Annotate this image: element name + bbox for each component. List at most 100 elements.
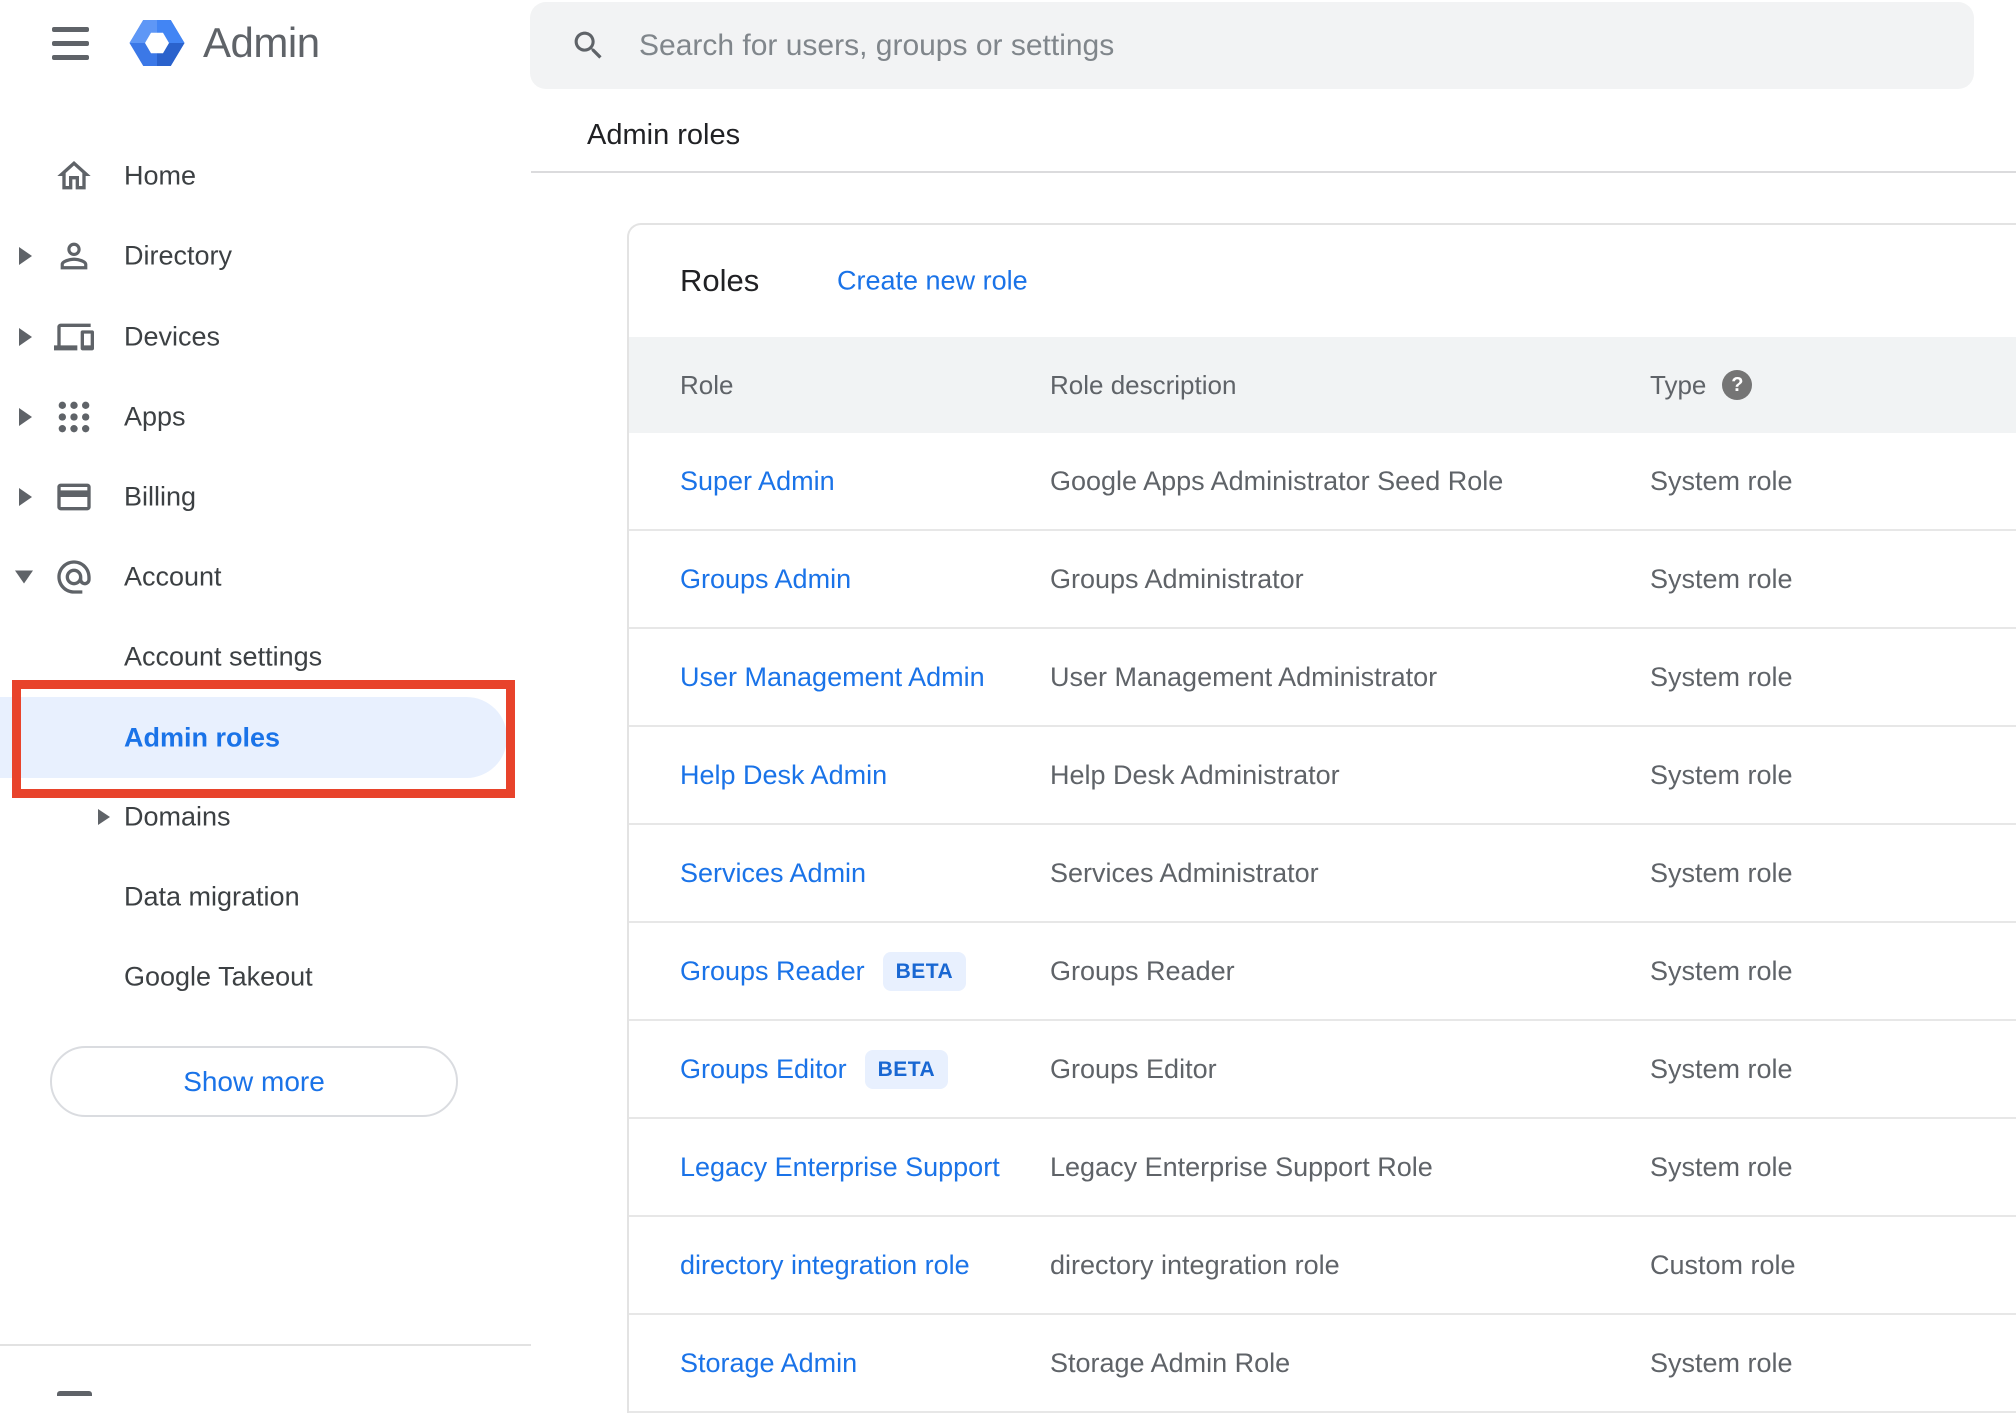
role-type: System role <box>1650 1347 1793 1378</box>
show-more-button[interactable]: Show more <box>50 1046 458 1117</box>
panel-title: Roles <box>680 263 760 298</box>
table-row: Services Admin Services Administrator Sy… <box>629 825 2016 923</box>
role-description: Services Administrator <box>1050 857 1319 888</box>
role-description: Legacy Enterprise Support Role <box>1050 1151 1433 1182</box>
devices-icon <box>54 317 94 357</box>
role-link[interactable]: Groups Reader <box>680 956 865 987</box>
sidebar-subitem-account-settings[interactable]: Account settings <box>0 617 531 697</box>
column-header-role: Role <box>680 369 734 400</box>
expand-caret-icon[interactable] <box>19 488 32 506</box>
sidebar-subitem-domains[interactable]: Domains <box>0 777 531 857</box>
at-email-icon <box>54 557 94 597</box>
create-new-role-link[interactable]: Create new role <box>837 266 1028 297</box>
expand-caret-icon[interactable] <box>98 809 110 825</box>
sidebar-item-label: Billing <box>124 481 197 512</box>
expand-caret-icon[interactable] <box>19 328 32 346</box>
table-row: Storage Admin Storage Admin Role System … <box>629 1315 2016 1413</box>
expand-caret-icon[interactable] <box>19 408 32 426</box>
role-description: Groups Reader <box>1050 955 1235 986</box>
role-description: Storage Admin Role <box>1050 1347 1291 1378</box>
table-row: Legacy Enterprise Support Legacy Enterpr… <box>629 1119 2016 1217</box>
sidebar-subitem-label: Account settings <box>124 641 323 672</box>
column-header-type: Type ? <box>1650 370 2016 401</box>
table-row: Super Admin Google Apps Administrator Se… <box>629 433 2016 531</box>
sidebar-subitem-label: Google Takeout <box>124 961 313 992</box>
beta-badge: BETA <box>864 1049 949 1089</box>
role-type: System role <box>1650 563 1793 594</box>
role-type: System role <box>1650 759 1793 790</box>
sidebar-subitem-admin-roles[interactable]: Admin roles <box>0 697 531 778</box>
page-title: Admin roles <box>587 119 741 151</box>
role-link[interactable]: Groups Editor <box>680 1054 847 1085</box>
table-row: Help Desk Admin Help Desk Administrator … <box>629 727 2016 825</box>
sidebar-item-billing[interactable]: Billing <box>0 457 531 537</box>
role-link[interactable]: Groups Admin <box>680 564 851 595</box>
collapse-caret-icon[interactable] <box>15 570 33 584</box>
table-row: Groups Admin Groups Administrator System… <box>629 531 2016 629</box>
sidebar-item-apps[interactable]: Apps <box>0 377 531 457</box>
role-link[interactable]: Storage Admin <box>680 1348 857 1379</box>
column-header-type-label: Type <box>1650 369 1707 400</box>
app-logo: Admin <box>127 12 320 74</box>
role-description: User Management Administrator <box>1050 661 1438 692</box>
column-header-description: Role description <box>1050 369 1237 400</box>
sidebar-item-label: Apps <box>124 401 186 432</box>
sidebar-item-label: Account <box>124 561 222 592</box>
role-link[interactable]: directory integration role <box>680 1250 970 1281</box>
beta-badge: BETA <box>882 951 967 991</box>
role-description: Groups Editor <box>1050 1053 1217 1084</box>
role-description: Help Desk Administrator <box>1050 759 1340 790</box>
role-type: Custom role <box>1650 1249 1796 1280</box>
person-icon <box>54 236 94 276</box>
sidebar-item-home[interactable]: Home <box>0 136 531 216</box>
credit-card-icon <box>54 477 94 517</box>
sidebar-subitem-data-migration[interactable]: Data migration <box>0 857 531 937</box>
search-input[interactable] <box>639 15 1944 76</box>
role-link[interactable]: Help Desk Admin <box>680 760 887 791</box>
sidebar-bottom-divider <box>0 1344 531 1346</box>
global-search-bar[interactable] <box>530 2 1974 89</box>
app-title: Admin <box>203 19 320 66</box>
admin-hexagon-logo-icon <box>129 20 185 66</box>
role-type: System role <box>1650 661 1793 692</box>
role-link[interactable]: Services Admin <box>680 858 866 889</box>
sidebar-subitem-label: Data migration <box>124 881 300 912</box>
role-link[interactable]: Super Admin <box>680 466 835 497</box>
sidebar-item-devices[interactable]: Devices <box>0 297 531 377</box>
home-icon <box>54 156 94 196</box>
header-divider <box>531 171 2016 173</box>
table-row: directory integration role directory int… <box>629 1217 2016 1315</box>
menu-hamburger-icon[interactable] <box>52 27 89 60</box>
role-description: Groups Administrator <box>1050 563 1304 594</box>
roles-table-body: Super Admin Google Apps Administrator Se… <box>629 433 2016 1413</box>
table-row: Groups Editor BETA Groups Editor System … <box>629 1021 2016 1119</box>
roles-panel-header: Roles Create new role <box>629 225 2016 337</box>
sidebar-subitem-label: Domains <box>124 801 231 832</box>
roles-panel: Roles Create new role Role Role descript… <box>627 223 2016 1413</box>
role-description: directory integration role <box>1050 1249 1340 1280</box>
sidebar-item-label: Directory <box>124 240 233 271</box>
sidebar-item-label: Devices <box>124 321 221 352</box>
expand-caret-icon[interactable] <box>19 247 32 265</box>
role-type: System role <box>1650 465 1793 496</box>
role-type: System role <box>1650 1151 1793 1182</box>
help-icon[interactable]: ? <box>1722 370 1753 400</box>
table-row: User Management Admin User Management Ad… <box>629 629 2016 727</box>
role-type: System role <box>1650 857 1793 888</box>
sidebar-subitem-google-takeout[interactable]: Google Takeout <box>0 937 531 1017</box>
role-description: Google Apps Administrator Seed Role <box>1050 465 1504 496</box>
sidebar-subitem-label: Admin roles <box>124 722 281 752</box>
search-icon <box>570 27 607 64</box>
apps-grid-icon <box>54 397 94 437</box>
role-type: System role <box>1650 1053 1793 1084</box>
role-type: System role <box>1650 955 1793 986</box>
sidebar-item-directory[interactable]: Directory <box>0 216 531 296</box>
role-link[interactable]: User Management Admin <box>680 662 985 693</box>
sidebar: Admin Home Directory Devices Apps Billin… <box>0 0 531 1396</box>
partial-bottom-icon <box>57 1391 92 1396</box>
table-row: Groups Reader BETA Groups Reader System … <box>629 923 2016 1021</box>
role-link[interactable]: Legacy Enterprise Support <box>680 1152 1000 1183</box>
sidebar-item-label: Home <box>124 160 197 191</box>
sidebar-item-account[interactable]: Account <box>0 537 531 617</box>
roles-table-header: Role Role description Type ? <box>629 337 2016 433</box>
